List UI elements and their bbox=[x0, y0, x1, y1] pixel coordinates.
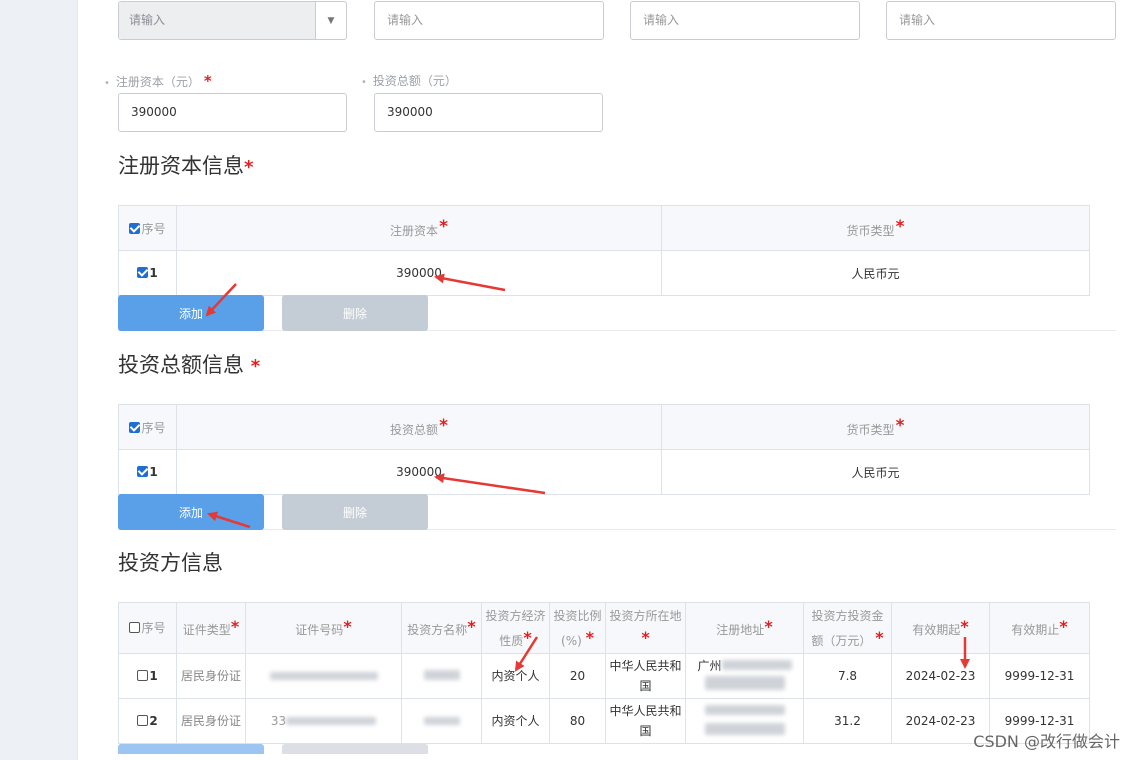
econ-nature-cell[interactable]: 内资个人 bbox=[481, 653, 550, 699]
delete-button-cutoff[interactable] bbox=[282, 744, 428, 754]
top-input-row: 请输入 ▼ 请输入 请输入 请输入 bbox=[118, 1, 1118, 41]
redacted-block bbox=[704, 723, 785, 735]
redacted-block bbox=[269, 672, 378, 680]
row-index-cell[interactable]: 2 bbox=[118, 698, 177, 744]
registered-capital-input[interactable]: 390000 bbox=[118, 93, 347, 132]
top-input-3[interactable]: 请输入 bbox=[886, 1, 1116, 40]
select-all-header[interactable]: 序号 bbox=[118, 404, 177, 450]
id-type-cell[interactable]: 居民身份证 bbox=[176, 653, 246, 699]
total-investment-input[interactable]: 390000 bbox=[374, 93, 603, 132]
table-header-row: 序号 投资总额* 货币类型* bbox=[118, 404, 1090, 450]
ratio-cell[interactable]: 20 bbox=[549, 653, 606, 699]
column-header-amount: 投资方投资金 额（万元） * bbox=[803, 602, 892, 654]
checkbox-empty-icon[interactable] bbox=[137, 715, 149, 726]
amount-cell[interactable]: 7.8 bbox=[803, 653, 892, 699]
bullet-icon: • bbox=[361, 77, 367, 88]
top-input-2[interactable]: 请输入 bbox=[630, 1, 860, 40]
total-investment-section-title: 投资总额信息 * bbox=[118, 353, 261, 377]
amount-cell[interactable]: 390000 bbox=[176, 449, 662, 495]
registered-capital-actions: 添加 删除 bbox=[118, 295, 1116, 331]
reg-address-cell[interactable]: 广州 bbox=[685, 653, 804, 699]
id-type-cell[interactable]: 居民身份证 bbox=[176, 698, 246, 744]
location-cell[interactable]: 中华人民共和国 bbox=[605, 653, 686, 699]
investor-name-cell[interactable] bbox=[401, 698, 482, 744]
valid-from-cell[interactable]: 2024-02-23 bbox=[891, 653, 990, 699]
redacted-block bbox=[423, 670, 460, 680]
column-header-id-number: 证件号码* bbox=[245, 602, 402, 654]
investor-name-cell[interactable] bbox=[401, 653, 482, 699]
registered-capital-label: • 注册资本（元） * bbox=[104, 72, 212, 90]
table-row[interactable]: 2 居民身份证 33 内资个人 80 中华人民共和国 31.2 2024-02-… bbox=[118, 698, 1090, 744]
redacted-block bbox=[704, 676, 785, 690]
reg-address-cell[interactable] bbox=[685, 698, 804, 744]
column-header-ratio: 投资比例 (%) * bbox=[549, 602, 606, 654]
table-header-row: 序号 注册资本* 货币类型* bbox=[118, 205, 1090, 251]
watermark: CSDN @改行做会计 bbox=[973, 732, 1120, 751]
delete-button[interactable]: 删除 bbox=[282, 494, 428, 530]
location-cell[interactable]: 中华人民共和国 bbox=[605, 698, 686, 744]
redacted-block bbox=[721, 660, 792, 670]
registered-capital-table: 序号 注册资本* 货币类型* 1 390000 人民币元 bbox=[118, 205, 1090, 296]
id-number-cell[interactable]: 33 bbox=[245, 698, 402, 744]
investor-table: 序号 证件类型* 证件号码* 投资方名称* 投资方经济 性质* 投资比例 (%) *… bbox=[118, 602, 1090, 744]
checkbox-checked-icon[interactable] bbox=[129, 421, 141, 433]
column-header-location: 投资方所在地 * bbox=[605, 602, 686, 654]
total-investment-table: 序号 投资总额* 货币类型* 1 390000 人民币元 bbox=[118, 404, 1090, 495]
checkbox-checked-icon[interactable] bbox=[137, 267, 149, 278]
checkbox-checked-icon[interactable] bbox=[129, 222, 141, 234]
table-row[interactable]: 1 居民身份证 内资个人 20 中华人民共和国 广州 7.8 2024-02-2… bbox=[118, 653, 1090, 699]
column-header-valid-from: 有效期起* bbox=[891, 602, 990, 654]
select-all-header[interactable]: 序号 bbox=[118, 205, 177, 251]
checkbox-empty-icon[interactable] bbox=[129, 622, 141, 633]
column-header-investor-name: 投资方名称* bbox=[401, 602, 482, 654]
amount-cell[interactable]: 390000 bbox=[176, 250, 662, 296]
row-index-cell[interactable]: 1 bbox=[118, 449, 177, 495]
investor-section-title: 投资方信息 bbox=[118, 551, 223, 575]
table-row[interactable]: 1 390000 人民币元 bbox=[118, 250, 1090, 296]
econ-nature-cell[interactable]: 内资个人 bbox=[481, 698, 550, 744]
checkbox-checked-icon[interactable] bbox=[137, 466, 149, 477]
registered-capital-section-title: 注册资本信息* bbox=[118, 154, 254, 178]
top-select-value: 请输入 bbox=[119, 2, 316, 39]
column-header-currency: 货币类型* bbox=[661, 404, 1090, 450]
column-header-amount: 投资总额* bbox=[176, 404, 662, 450]
redacted-block bbox=[704, 705, 785, 715]
redacted-block bbox=[423, 717, 460, 725]
bullet-icon: • bbox=[104, 78, 110, 89]
table-header-row: 序号 证件类型* 证件号码* 投资方名称* 投资方经济 性质* 投资比例 (%) *… bbox=[118, 602, 1090, 654]
valid-to-cell[interactable]: 9999-12-31 bbox=[989, 653, 1090, 699]
column-header-econ-nature: 投资方经济 性质* bbox=[481, 602, 550, 654]
top-select[interactable]: 请输入 ▼ bbox=[118, 1, 347, 40]
delete-button[interactable]: 删除 bbox=[282, 295, 428, 331]
currency-cell[interactable]: 人民币元 bbox=[661, 449, 1090, 495]
row-index-cell[interactable]: 1 bbox=[118, 250, 177, 296]
add-button[interactable]: 添加 bbox=[118, 494, 264, 530]
column-header-reg-address: 注册地址* bbox=[685, 602, 804, 654]
required-star: * bbox=[203, 72, 212, 90]
select-all-header[interactable]: 序号 bbox=[118, 602, 177, 654]
redacted-block bbox=[286, 717, 377, 725]
column-header-amount: 注册资本* bbox=[176, 205, 662, 251]
id-number-cell[interactable] bbox=[245, 653, 402, 699]
top-input-1[interactable]: 请输入 bbox=[374, 1, 604, 40]
amount-cell[interactable]: 31.2 bbox=[803, 698, 892, 744]
table-row[interactable]: 1 390000 人民币元 bbox=[118, 449, 1090, 495]
left-gutter bbox=[0, 0, 78, 760]
column-header-currency: 货币类型* bbox=[661, 205, 1090, 251]
currency-cell[interactable]: 人民币元 bbox=[661, 250, 1090, 296]
row-index-cell[interactable]: 1 bbox=[118, 653, 177, 699]
total-investment-label: • 投资总额（元） bbox=[361, 74, 457, 88]
checkbox-empty-icon[interactable] bbox=[137, 670, 149, 681]
column-header-id-type: 证件类型* bbox=[176, 602, 246, 654]
column-header-valid-to: 有效期止* bbox=[989, 602, 1090, 654]
add-button-cutoff[interactable] bbox=[118, 744, 264, 754]
total-investment-actions: 添加 删除 bbox=[118, 494, 1116, 530]
caret-down-icon[interactable]: ▼ bbox=[316, 2, 346, 39]
ratio-cell[interactable]: 80 bbox=[549, 698, 606, 744]
add-button[interactable]: 添加 bbox=[118, 295, 264, 331]
